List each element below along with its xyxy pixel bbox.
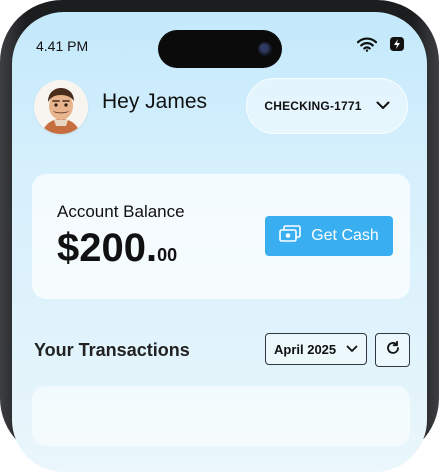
avatar-icon — [34, 80, 88, 134]
balance-card: Account Balance $200.00 Get Cash — [32, 174, 410, 299]
month-selector[interactable]: April 2025 — [265, 333, 367, 365]
get-cash-label: Get Cash — [311, 227, 379, 244]
greeting: Hey James — [102, 90, 208, 113]
balance-amount: $200.00 — [57, 226, 177, 271]
transactions-title: Your Transactions — [34, 340, 190, 360]
month-label: April 2025 — [274, 341, 337, 357]
account-label: CHECKING-1771 — [264, 99, 362, 113]
balance-title: Account Balance — [57, 202, 185, 221]
camera-icon — [258, 42, 272, 56]
dynamic-island — [158, 30, 282, 68]
balance-amount-main: $200. — [57, 226, 158, 270]
battery-charging-icon — [389, 36, 405, 57]
wifi-icon — [356, 37, 378, 57]
cash-icon — [279, 224, 302, 248]
chevron-down-icon — [346, 340, 358, 358]
refresh-icon — [385, 340, 401, 361]
app-screen: 4.41 PM Hey James CHECKING-1771 Account … — [12, 12, 427, 472]
status-time: 4.41 PM — [36, 38, 89, 54]
refresh-button[interactable] — [375, 333, 410, 367]
status-icons — [356, 36, 405, 57]
chevron-down-icon — [376, 97, 390, 115]
account-selector[interactable]: CHECKING-1771 — [246, 78, 408, 134]
get-cash-button[interactable]: Get Cash — [265, 216, 393, 256]
transaction-list — [32, 386, 410, 446]
balance-amount-cents: 00 — [157, 245, 178, 265]
avatar[interactable] — [34, 80, 88, 134]
